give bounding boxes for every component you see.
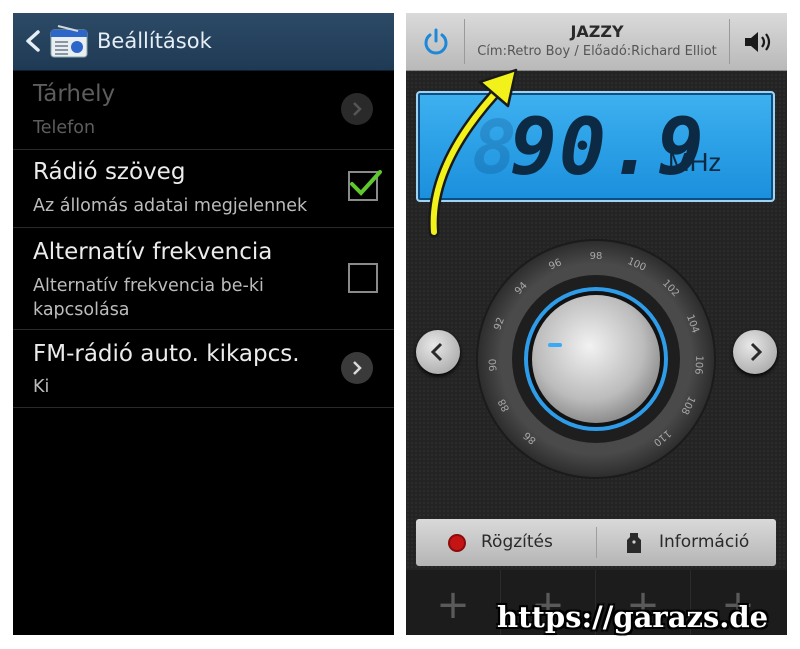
chevron-right-icon[interactable] xyxy=(341,352,373,384)
setting-title: Rádió szöveg xyxy=(33,159,186,185)
info-tag-icon xyxy=(627,533,641,553)
setting-subtitle: Alternatív frekvencia be-ki kapcsolása xyxy=(33,276,264,320)
setting-storage: Tárhely Telefon xyxy=(13,71,394,150)
information-button[interactable]: Információ xyxy=(597,519,776,566)
setting-radio-text[interactable]: Rádió szöveg Az állomás adatai megjelenn… xyxy=(13,150,394,228)
setting-subtitle: Az állomás adatai megjelennek xyxy=(33,196,308,216)
setting-subtitle: Ki xyxy=(33,377,50,397)
screen-title: Beállítások xyxy=(97,29,212,53)
record-icon xyxy=(448,534,466,552)
chevron-left-icon xyxy=(430,342,443,362)
information-label: Információ xyxy=(659,532,750,552)
next-station-button[interactable] xyxy=(733,330,777,374)
radio-app-icon xyxy=(50,25,88,58)
power-icon[interactable] xyxy=(422,28,450,56)
setting-title: FM-rádió auto. kikapcs. xyxy=(33,341,300,367)
record-button[interactable]: Rögzítés xyxy=(416,519,596,566)
setting-title: Tárhely xyxy=(33,81,116,107)
chevron-right-icon xyxy=(750,342,763,362)
setting-alt-frequency[interactable]: Alternatív frekvencia Alternatív frekven… xyxy=(13,228,394,330)
action-bar: Beállítások xyxy=(13,13,394,71)
alt-frequency-checkbox[interactable] xyxy=(348,263,378,293)
settings-screen: Beállítások Tárhely Telefon Rádió szöveg… xyxy=(13,13,394,635)
checkmark-icon xyxy=(350,170,382,196)
dial-tick-label: 98 xyxy=(590,251,603,262)
speaker-icon[interactable] xyxy=(742,28,774,56)
frequency-unit: MHz xyxy=(668,147,722,177)
setting-fm-auto-off[interactable]: FM-rádió auto. kikapcs. Ki xyxy=(13,330,394,408)
plus-icon: + xyxy=(436,582,470,628)
setting-title: Alternatív frekvencia xyxy=(33,239,273,265)
dial-tick-label: 90 xyxy=(488,358,500,371)
dial-tick-label: 106 xyxy=(692,355,704,375)
tuning-dial-graphic: 86889092949698 100102104106108110 xyxy=(476,239,716,479)
radio-text-checkbox[interactable] xyxy=(348,170,382,201)
setting-subtitle: Telefon xyxy=(33,118,96,138)
tuning-dial[interactable]: 86 88 90 92 94 96 98 100 102 104 106 108 110 xyxy=(476,239,716,479)
watermark: https://garazs.de xyxy=(497,600,769,634)
annotation-arrow-icon xyxy=(428,68,518,238)
chevron-right-icon xyxy=(341,93,373,125)
divider xyxy=(729,19,730,64)
record-label: Rögzítés xyxy=(481,532,553,552)
prev-station-button[interactable] xyxy=(416,330,460,374)
dial-indicator xyxy=(548,343,562,347)
back-arrow-icon[interactable] xyxy=(23,29,43,53)
preset-slot[interactable]: + xyxy=(406,570,501,635)
station-name: JAZZY xyxy=(570,22,624,41)
track-info: Cím:Retro Boy / Előadó:Richard Elliot xyxy=(477,44,717,59)
action-bar-bottom: Rögzítés Információ xyxy=(416,519,776,566)
